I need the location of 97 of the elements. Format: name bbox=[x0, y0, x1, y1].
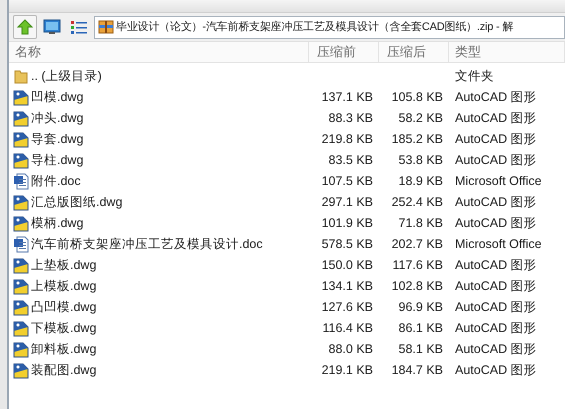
size-cell: 219.1 KB bbox=[322, 363, 373, 378]
file-row[interactable]: 附件.doc 107.5 KB 18.9 KB Microsoft Office bbox=[9, 171, 565, 192]
drawing-file-icon bbox=[13, 152, 29, 169]
column-header[interactable]: 类型 bbox=[455, 42, 481, 62]
file-type-cell: AutoCAD 图形 bbox=[455, 300, 537, 314]
file-name: 导套.dwg bbox=[31, 131, 84, 148]
size-cell: 150.0 KB bbox=[322, 258, 373, 272]
packed-size-cell: 53.8 KB bbox=[398, 153, 443, 168]
drawing-file-icon bbox=[13, 362, 29, 379]
file-row[interactable]: 凹模.dwg 137.1 KB 105.8 KB AutoCAD 图形 bbox=[9, 87, 565, 108]
packed-size-cell: 184.7 KB bbox=[392, 363, 443, 378]
packed-size-cell: 18.9 KB bbox=[398, 174, 443, 188]
up-arrow-button[interactable] bbox=[13, 15, 37, 39]
drawing-file-icon bbox=[13, 131, 29, 148]
packed-size-cell: 252.4 KB bbox=[392, 195, 443, 210]
file-name: 下模板.dwg bbox=[31, 320, 96, 338]
file-name: 冲头.dwg bbox=[31, 110, 84, 128]
file-type-cell: AutoCAD 图形 bbox=[455, 153, 537, 168]
file-row[interactable]: 上模板.dwg 134.1 KB 102.8 KB AutoCAD 图形 bbox=[9, 276, 565, 297]
packed-size-cell: 105.8 KB bbox=[392, 90, 443, 104]
file-name: 凸凹模.dwg bbox=[31, 299, 96, 316]
file-row[interactable]: 上垫板.dwg 150.0 KB 117.6 KB AutoCAD 图形 bbox=[9, 255, 565, 276]
file-name: 上模板.dwg bbox=[31, 278, 96, 296]
file-row[interactable]: .. (上级目录) 文件夹 bbox=[9, 66, 565, 87]
file-name: 汇总版图纸.dwg bbox=[31, 194, 122, 212]
packed-size-cell: 102.8 KB bbox=[392, 279, 443, 294]
size-cell: 116.4 KB bbox=[322, 321, 373, 336]
file-type-cell: AutoCAD 图形 bbox=[455, 279, 537, 294]
column-header[interactable]: 压缩前 bbox=[317, 42, 356, 62]
packed-size-cell: 58.1 KB bbox=[398, 342, 443, 356]
drawing-file-icon bbox=[13, 110, 29, 127]
file-type-cell: Microsoft Office bbox=[455, 237, 542, 252]
column-header[interactable]: 压缩后 bbox=[387, 42, 426, 62]
drawing-file-icon bbox=[13, 341, 29, 358]
list-view-icon[interactable] bbox=[70, 19, 88, 35]
drawing-file-icon bbox=[13, 257, 29, 274]
packed-size-cell: 58.2 KB bbox=[398, 111, 443, 126]
column-header[interactable]: 名称 bbox=[15, 42, 41, 62]
file-name: 汽车前桥支架座冲压工艺及模具设计.doc bbox=[31, 236, 263, 254]
packed-size-cell: 185.2 KB bbox=[392, 132, 443, 146]
size-cell: 88.0 KB bbox=[328, 342, 373, 356]
drawing-file-icon bbox=[13, 299, 29, 316]
drawing-file-icon bbox=[13, 89, 29, 106]
file-name: 卸料板.dwg bbox=[31, 341, 96, 358]
file-name: 模柄.dwg bbox=[31, 215, 84, 232]
word-document-icon bbox=[13, 173, 29, 190]
word-document-icon bbox=[13, 236, 29, 253]
file-row[interactable]: 凸凹模.dwg 127.6 KB 96.9 KB AutoCAD 图形 bbox=[9, 297, 565, 318]
folder-icon bbox=[13, 68, 29, 84]
drawing-file-icon bbox=[13, 215, 29, 232]
size-cell: 219.8 KB bbox=[322, 132, 373, 146]
size-cell: 297.1 KB bbox=[322, 195, 373, 210]
file-row[interactable]: 导柱.dwg 83.5 KB 53.8 KB AutoCAD 图形 bbox=[9, 150, 565, 171]
file-type-cell: 文件夹 bbox=[455, 69, 494, 84]
size-cell: 134.1 KB bbox=[322, 279, 373, 294]
file-name: .. (上级目录) bbox=[31, 68, 102, 86]
file-type-cell: AutoCAD 图形 bbox=[455, 342, 537, 356]
size-cell: 127.6 KB bbox=[322, 300, 373, 314]
file-type-cell: AutoCAD 图形 bbox=[455, 216, 537, 230]
size-cell: 83.5 KB bbox=[328, 153, 373, 168]
file-type-cell: AutoCAD 图形 bbox=[455, 195, 537, 210]
file-row[interactable]: 导套.dwg 219.8 KB 185.2 KB AutoCAD 图形 bbox=[9, 129, 565, 150]
file-type-cell: AutoCAD 图形 bbox=[455, 90, 537, 104]
file-name: 凹模.dwg bbox=[31, 89, 84, 106]
file-row[interactable]: 下模板.dwg 116.4 KB 86.1 KB AutoCAD 图形 bbox=[9, 318, 565, 339]
packed-size-cell: 96.9 KB bbox=[398, 300, 443, 314]
address-field[interactable]: 毕业设计（论文）-汽车前桥支架座冲压工艺及模具设计（含全套CAD图纸）.zip - 解 bbox=[94, 16, 565, 38]
packed-size-cell: 86.1 KB bbox=[398, 321, 443, 336]
drawing-file-icon bbox=[13, 320, 29, 337]
file-row[interactable]: 装配图.dwg 219.1 KB 184.7 KB AutoCAD 图形 bbox=[9, 360, 565, 381]
packed-size-cell: 71.8 KB bbox=[398, 216, 443, 230]
size-cell: 137.1 KB bbox=[322, 90, 373, 104]
archive-icon bbox=[98, 19, 114, 35]
file-name: 导柱.dwg bbox=[31, 152, 84, 170]
file-type-cell: AutoCAD 图形 bbox=[455, 363, 537, 378]
size-cell: 88.3 KB bbox=[328, 111, 373, 126]
file-type-cell: AutoCAD 图形 bbox=[455, 321, 537, 336]
file-name: 附件.doc bbox=[31, 173, 81, 190]
file-row[interactable]: 卸料板.dwg 88.0 KB 58.1 KB AutoCAD 图形 bbox=[9, 339, 565, 360]
file-type-cell: AutoCAD 图形 bbox=[455, 132, 537, 146]
file-type-cell: AutoCAD 图形 bbox=[455, 111, 537, 126]
file-row[interactable]: 汽车前桥支架座冲压工艺及模具设计.doc 578.5 KB 202.7 KB Microsoft Office bbox=[9, 234, 565, 255]
monitor-icon[interactable] bbox=[43, 19, 61, 35]
file-row[interactable]: 冲头.dwg 88.3 KB 58.2 KB AutoCAD 图形 bbox=[9, 108, 565, 129]
file-type-cell: AutoCAD 图形 bbox=[455, 258, 537, 272]
size-cell: 101.9 KB bbox=[322, 216, 373, 230]
drawing-file-icon bbox=[13, 194, 29, 211]
packed-size-cell: 202.7 KB bbox=[392, 237, 443, 252]
file-name: 上垫板.dwg bbox=[31, 257, 96, 274]
file-row[interactable]: 模柄.dwg 101.9 KB 71.8 KB AutoCAD 图形 bbox=[9, 213, 565, 234]
file-name: 装配图.dwg bbox=[31, 362, 96, 380]
file-type-cell: Microsoft Office bbox=[455, 174, 542, 188]
packed-size-cell: 117.6 KB bbox=[392, 258, 443, 272]
size-cell: 107.5 KB bbox=[322, 174, 373, 188]
size-cell: 578.5 KB bbox=[322, 237, 373, 252]
file-row[interactable]: 汇总版图纸.dwg 297.1 KB 252.4 KB AutoCAD 图形 bbox=[9, 192, 565, 213]
drawing-file-icon bbox=[13, 278, 29, 295]
